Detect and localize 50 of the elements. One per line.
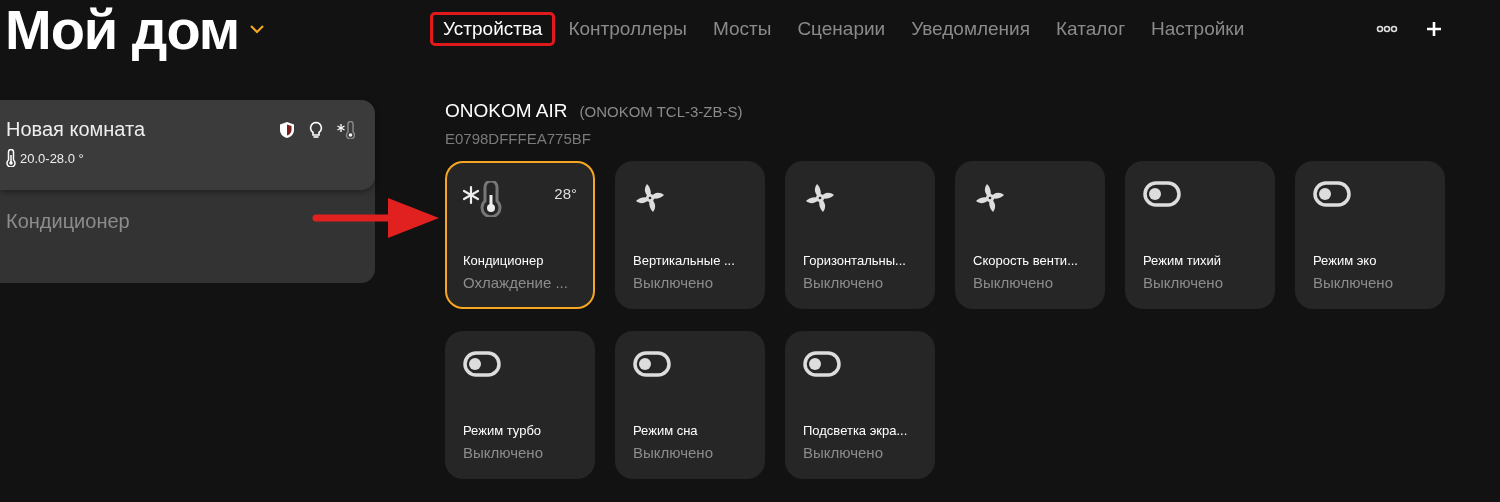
thermometer-icon — [6, 149, 16, 167]
snowflake-thermometer-icon — [463, 181, 503, 217]
temperature-value: 28° — [554, 185, 577, 202]
device-list-item[interactable]: Кондиционер — [0, 190, 136, 253]
add-icon[interactable] — [1426, 21, 1442, 37]
tile-status: Выключено — [633, 444, 714, 461]
tile-label: Горизонтальны... — [803, 253, 907, 268]
nav-tab[interactable]: Каталог — [1043, 12, 1139, 46]
home-title: Мой дом — [5, 0, 240, 62]
device-id: E0798DFFFEA775BF — [445, 130, 592, 147]
device-tile[interactable]: Вертикальные ... Выключено — [615, 161, 765, 309]
lightbulb-icon — [309, 120, 323, 139]
temperature-range: 20.0-28.0 ° — [20, 150, 84, 166]
nav-tab[interactable]: Уведомления — [898, 12, 1043, 46]
more-icon[interactable] — [1376, 25, 1398, 33]
tile-label: Режим тихий — [1143, 253, 1222, 268]
device-tile[interactable]: Режим тихий Выключено — [1125, 161, 1275, 309]
device-tile[interactable]: 28° Кондиционер Охлаждение ... — [445, 161, 595, 309]
shield-icon — [279, 120, 295, 139]
chevron-down-icon[interactable] — [249, 24, 266, 34]
nav-tab[interactable]: Настройки — [1138, 12, 1258, 46]
nav-tab[interactable]: Сценарии — [784, 12, 899, 46]
tile-status: Выключено — [803, 274, 884, 291]
device-tile[interactable]: Подсветка экра... Выключено — [785, 331, 935, 479]
tile-status: Охлаждение ... — [463, 274, 569, 291]
tile-label: Режим эко — [1313, 253, 1378, 268]
device-tile[interactable]: Горизонтальны... Выключено — [785, 161, 935, 309]
snowflake-thermometer-icon — [337, 120, 355, 139]
tile-label: Кондиционер — [463, 253, 545, 268]
tile-label: Режим сна — [633, 423, 699, 438]
nav-tab[interactable]: Мосты — [699, 12, 785, 46]
tile-status: Выключено — [973, 274, 1054, 291]
tile-label: Вертикальные ... — [633, 253, 736, 268]
tile-label: Скорость венти... — [973, 253, 1079, 268]
device-tile[interactable]: Режим сна Выключено — [615, 331, 765, 479]
device-model: (ONOKOM TCL-3-ZB-S) — [579, 103, 743, 120]
tile-label: Подсветка экра... — [803, 423, 909, 438]
tile-status: Выключено — [463, 444, 544, 461]
device-name: ONOKOM AIR — [445, 100, 568, 122]
tile-status: Выключено — [1143, 274, 1224, 291]
room-name: Новая комната — [6, 118, 146, 141]
tile-label: Режим турбо — [463, 423, 543, 438]
tile-status: Выключено — [1313, 274, 1394, 291]
tile-status: Выключено — [803, 444, 884, 461]
device-tile[interactable]: Режим турбо Выключено — [445, 331, 595, 479]
nav-tab[interactable]: Контроллеры — [555, 12, 700, 46]
tile-status: Выключено — [633, 274, 714, 291]
device-tile[interactable]: Скорость венти... Выключено — [955, 161, 1105, 309]
nav-tab[interactable]: Устройства — [430, 12, 556, 46]
device-tile[interactable]: Режим эко Выключено — [1295, 161, 1445, 309]
